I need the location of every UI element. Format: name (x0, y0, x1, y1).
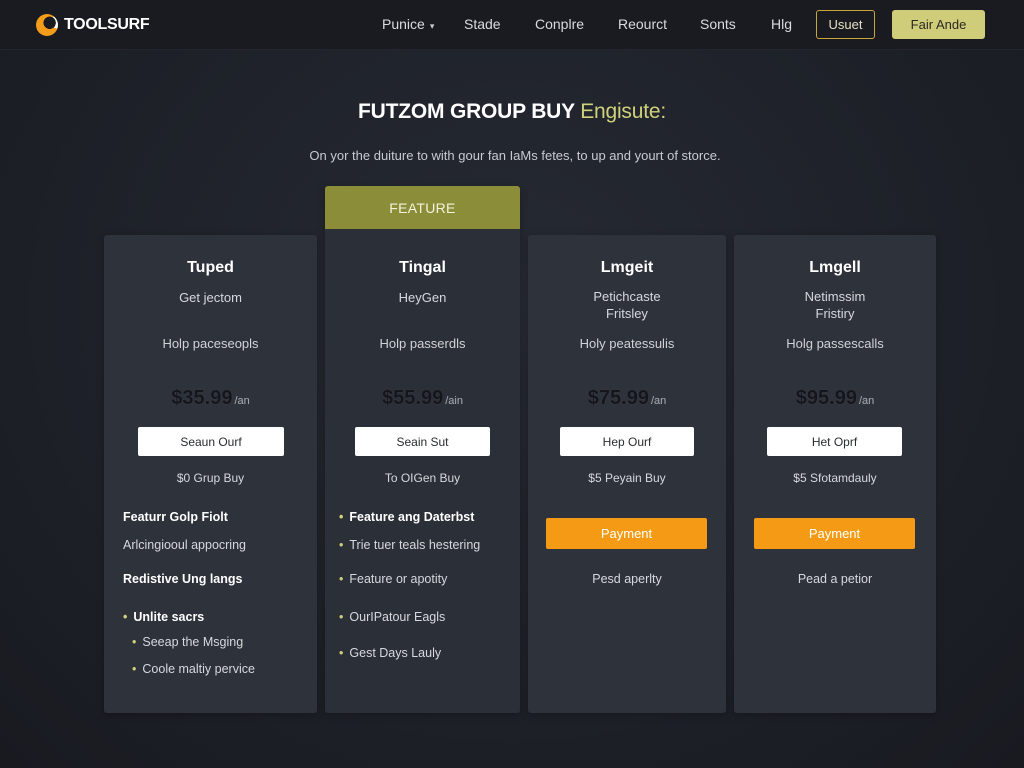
plan-group-buy: $0 Grup Buy (176, 471, 245, 485)
plan-subtitle: Fristiry (815, 306, 855, 321)
plan-subtitle: Fritsley (606, 306, 648, 321)
plan-feature-label: Feature ang Daterbst (349, 510, 475, 524)
plan-subtitle: Netimssim (804, 289, 866, 304)
plan-price: $35.99/an (104, 387, 317, 410)
plan-feature: • Unlite sacrs (123, 610, 204, 624)
plan-help: Holp paceseopls (162, 336, 259, 351)
plan-subtitle: HeyGen (398, 290, 447, 305)
bullet-icon: • (339, 572, 344, 586)
page-title-accent: Engisute: (580, 100, 666, 123)
plan-feature-label: Coole maltiy pervice (142, 662, 255, 676)
plan-help: Holy peatessulis (579, 336, 675, 351)
plan-group-buy: $5 Sfotamdauly (793, 471, 877, 485)
plan-feature: • OurIPatour Eagls (339, 610, 445, 624)
plan-feature: • Feature ang Daterbst (339, 510, 474, 524)
plan-subtitle: Petichcaste (593, 289, 661, 304)
plan-feature-label: Unlite sacrs (133, 610, 205, 624)
plan-feature: • Gest Days Lauly (339, 646, 441, 660)
chevron-down-icon: ▾ (429, 21, 435, 31)
nav-link-3[interactable]: Conplre (535, 16, 584, 32)
plan-feature: Redistive Ung langs (123, 572, 243, 586)
plan-feature: • Trie tuer teals hestering (339, 538, 480, 552)
plan-cta-button[interactable]: Het Oprf (767, 427, 902, 456)
bullet-icon: • (339, 646, 344, 660)
bullet-icon: • (123, 610, 128, 624)
plan-note: Pead a petior (797, 572, 873, 586)
plan-feature: Arlcingiooul appocring (123, 538, 246, 552)
nav-link-2[interactable]: Stade (464, 16, 501, 32)
plan-feature: Featurr Golp Fiolt (123, 510, 228, 524)
logo-mark-icon (36, 14, 58, 36)
bullet-icon: • (132, 662, 137, 676)
featured-badge: FEATURE (325, 186, 520, 229)
plan-price: $95.99/an (734, 387, 936, 410)
plan-feature-label: Seeap the Msging (142, 635, 244, 649)
plan-price-value: $55.99 (382, 387, 444, 409)
plan-price-value: $75.99 (587, 387, 649, 409)
plan-feature-label: Trie tuer teals hestering (349, 538, 481, 552)
plan-subtitle: Get jectom (179, 290, 242, 305)
logo[interactable]: TOOLSURF (36, 13, 150, 37)
plan-group-buy: $5 Peyain Buy (588, 471, 666, 485)
plan-cta-button[interactable]: Seain Sut (355, 427, 490, 456)
plan-help: Holg passescalls (786, 336, 884, 351)
plan-price-period: /an (858, 395, 875, 407)
plan-group-buy: To OIGen Buy (384, 471, 461, 485)
pricing-page: TOOLSURF Punice ▾ Stade Conplre Reourct S… (0, 0, 1024, 768)
nav-link-1-label: Punice (382, 16, 425, 32)
bullet-icon: • (339, 510, 344, 524)
payment-button[interactable]: Payment (754, 518, 915, 549)
plan-feature: • Coole maltiy pervice (132, 662, 255, 676)
plan-title: Lmgeit (600, 259, 654, 276)
plan-price-period: /an (234, 395, 250, 407)
nav-link-4[interactable]: Reourct (618, 16, 667, 32)
nav-link-6[interactable]: Hlg (771, 16, 792, 32)
payment-button[interactable]: Payment (546, 518, 707, 549)
plan-price-period: /an (650, 395, 667, 407)
plan-cta-button[interactable]: Seaun Ourf (138, 427, 284, 456)
page-subtitle: On yor the duiture to with gour fan IaMs… (309, 148, 721, 163)
logo-text: TOOLSURF (64, 16, 150, 33)
plan-price-period: /ain (445, 395, 463, 407)
plan-feature: • Feature or apotity (339, 572, 447, 586)
bullet-icon: • (339, 538, 344, 552)
plan-feature-label: Feature or apotity (349, 572, 448, 586)
signup-button[interactable]: Fair Ande (892, 10, 985, 39)
plan-title: Tingal (399, 259, 446, 276)
page-title-main: FUTZOM GROUP BUY (358, 100, 575, 123)
plan-price-value: $95.99 (795, 387, 857, 409)
plan-title: Tuped (187, 259, 234, 276)
nav-link-1[interactable]: Punice ▾ (382, 16, 434, 32)
bullet-icon: • (339, 610, 344, 624)
plan-card-3: Lmgeit Petichcaste Fritsley Holy peatess… (528, 235, 726, 713)
plan-price-value: $35.99 (171, 387, 233, 409)
plan-note: Pesd aperlty (592, 572, 662, 586)
plan-title: Lmgell (809, 259, 861, 276)
plan-feature-label: Gest Days Lauly (349, 646, 442, 660)
plan-card-4: Lmgell Netimssim Fristiry Holg passescal… (734, 235, 936, 713)
plan-feature-label: OurIPatour Eagls (349, 610, 446, 624)
login-button[interactable]: Usuet (816, 10, 875, 39)
page-title: FUTZOM GROUP BUY Engisute: (0, 100, 1024, 124)
plan-price: $75.99/an (528, 387, 726, 410)
top-nav: TOOLSURF Punice ▾ Stade Conplre Reourct S… (0, 0, 1024, 50)
plan-price: $55.99/ain (325, 387, 520, 410)
bullet-icon: • (132, 635, 137, 649)
plan-card-2-featured: FEATURE Tingal HeyGen Holp passerdls $55… (325, 186, 520, 713)
plan-card-1: Tuped Get jectom Holp paceseopls $35.99/… (104, 235, 317, 713)
plan-cta-button[interactable]: Hep Ourf (560, 427, 694, 456)
nav-link-5[interactable]: Sonts (700, 16, 736, 32)
plan-help: Holp passerdls (379, 336, 466, 351)
plan-feature: • Seeap the Msging (132, 635, 243, 649)
